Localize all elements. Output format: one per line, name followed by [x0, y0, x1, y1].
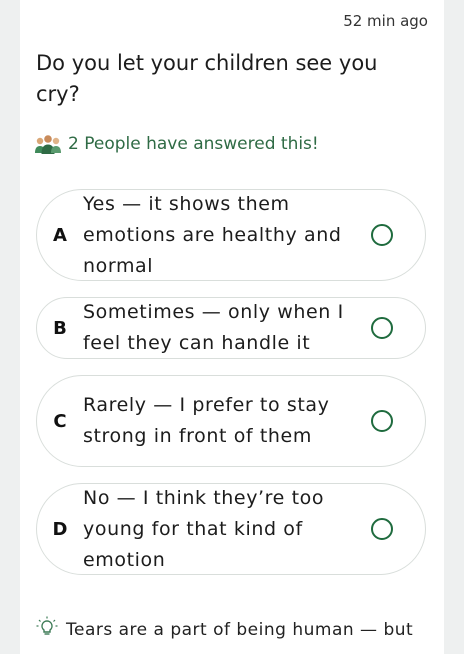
option-text: Rarely — I prefer to stay strong in fron…	[83, 394, 330, 447]
post-timestamp: 52 min ago	[343, 12, 428, 30]
option-letter: C	[53, 410, 67, 432]
option-d[interactable]: D No — I think they’re too young for tha…	[36, 483, 426, 575]
answer-count-text: 2 People have answered this!	[68, 134, 319, 154]
lightbulb-icon	[36, 616, 58, 643]
option-letter: D	[52, 518, 68, 540]
option-text: Sometimes — only when I feel they can ha…	[83, 301, 344, 354]
answer-count: 2 People have answered this!	[34, 133, 319, 155]
radio-circle-icon[interactable]	[371, 224, 393, 246]
option-letter: B	[53, 317, 67, 339]
poll-question: Do you let your children see you cry?	[36, 51, 378, 106]
radio-circle-icon[interactable]	[371, 518, 393, 540]
option-c[interactable]: C Rarely — I prefer to stay strong in fr…	[36, 375, 426, 467]
option-a[interactable]: A Yes — it shows them emotions are healt…	[36, 189, 426, 281]
option-b[interactable]: B Sometimes — only when I feel they can …	[36, 297, 426, 359]
poll-card: 52 min ago Do you let your children see …	[20, 0, 444, 654]
tip-line: Tears are a part of being human — but	[36, 616, 413, 643]
option-text: No — I think they’re too young for that …	[83, 486, 325, 571]
people-group-icon	[34, 133, 62, 155]
option-letter: A	[53, 224, 67, 246]
option-text: Yes — it shows them emotions are healthy…	[83, 192, 342, 277]
tip-text: Tears are a part of being human — but	[66, 619, 414, 640]
radio-circle-icon[interactable]	[371, 317, 393, 339]
radio-circle-icon[interactable]	[371, 410, 393, 432]
